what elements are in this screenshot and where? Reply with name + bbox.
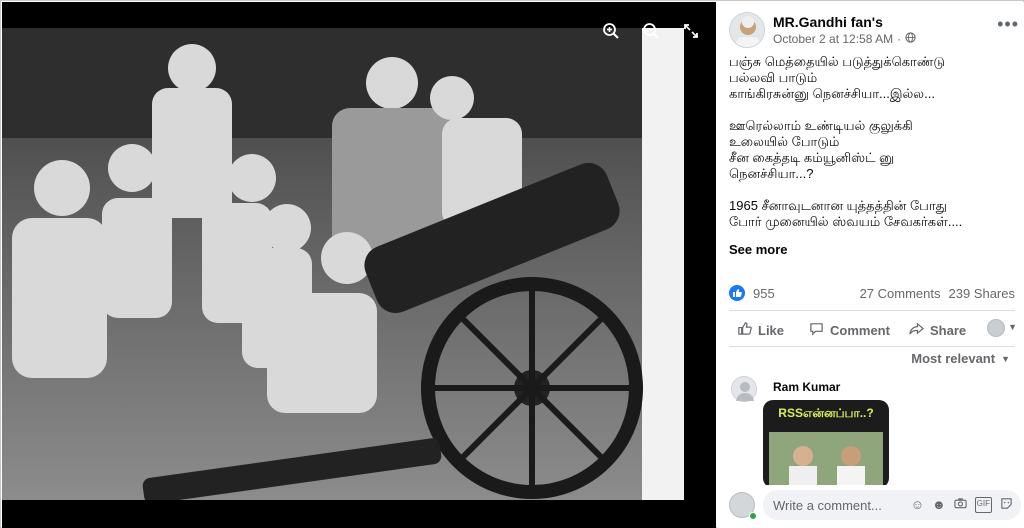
profile-switcher-avatar[interactable] xyxy=(987,319,1005,337)
shares-count[interactable]: 239 Shares xyxy=(949,286,1016,301)
post-line: சீன கைத்தடி கம்யூனிஸ்ட் னு xyxy=(729,150,895,165)
online-status-dot xyxy=(749,512,757,520)
like-reaction-icon[interactable] xyxy=(729,285,745,301)
zoom-out-icon[interactable] xyxy=(636,16,666,46)
emoji-icon[interactable]: ☻ xyxy=(932,497,946,513)
sticker-icon[interactable]: ☺ xyxy=(911,497,924,513)
post-line: போர் முனையில் ஸ்வயம் சேவகர்கள்.... xyxy=(729,214,963,229)
comment-sort-dropdown[interactable]: Most relevant ▼ xyxy=(911,351,1010,366)
post-header: MR.Gandhi fan's October 2 at 12:58 AM · … xyxy=(729,12,1019,52)
post-photo[interactable] xyxy=(2,28,684,500)
comment-composer: ☺ ☻ GIF xyxy=(729,488,1021,522)
post-line: பஞ்சு மெத்தையில் படுத்துக்கொண்டு xyxy=(729,54,945,69)
comment-sticker[interactable]: RSSஎன்னப்பா..? xyxy=(763,400,889,485)
post-window: MR.Gandhi fan's October 2 at 12:58 AM · … xyxy=(0,0,1024,528)
sort-label: Most relevant xyxy=(911,351,996,366)
comment-icon xyxy=(809,321,824,339)
photo-artwork xyxy=(2,28,684,500)
post-line: நெனச்சியா...? xyxy=(729,166,814,181)
viewer-toolbar xyxy=(596,16,706,46)
dot-separator: · xyxy=(897,32,902,46)
divider xyxy=(729,310,1015,311)
sticker-face-icon[interactable] xyxy=(1000,497,1013,513)
author-name[interactable]: MR.Gandhi fan's xyxy=(773,14,883,30)
comment-label: Comment xyxy=(830,322,890,338)
caret-down-icon: ▼ xyxy=(1001,353,1010,364)
post-timestamp[interactable]: October 2 at 12:58 AM xyxy=(773,32,893,46)
zoom-in-icon[interactable] xyxy=(596,16,626,46)
post-line: ஊரெல்லாம் உண்டியல் குலுக்கி xyxy=(729,118,913,133)
like-button[interactable]: Like xyxy=(737,321,784,339)
camera-icon[interactable] xyxy=(954,497,967,513)
comment-input[interactable] xyxy=(773,496,883,514)
chevron-down-icon[interactable]: ▼ xyxy=(1008,322,1017,332)
see-more-link[interactable]: See more xyxy=(729,242,788,257)
like-count[interactable]: 955 xyxy=(753,286,775,301)
reaction-bar: 955 27 Comments 239 Shares xyxy=(729,284,1015,304)
comment-button[interactable]: Comment xyxy=(809,321,890,339)
sticker-text: RSSஎன்னப்பா..? xyxy=(778,406,874,420)
gif-icon[interactable]: GIF xyxy=(974,497,992,513)
share-button[interactable]: Share xyxy=(909,321,966,339)
expand-icon[interactable] xyxy=(676,16,706,46)
post-paragraph-3: 1965 சீனாவுடனான யுத்தத்தின் போது போர் மு… xyxy=(729,198,1019,230)
post-meta: October 2 at 12:58 AM · xyxy=(773,32,916,46)
author-avatar[interactable] xyxy=(729,12,765,48)
more-options-icon[interactable]: ••• xyxy=(997,14,1019,35)
post-line: உலையில் போடும் xyxy=(729,134,840,149)
globe-icon xyxy=(905,32,916,46)
post-line: 1965 சீனாவுடனான யுத்தத்தின் போது xyxy=(729,198,947,213)
post-line: பல்லவி பாடும் xyxy=(729,70,818,85)
post-text: பஞ்சு மெத்தையில் படுத்துக்கொண்டு பல்லவி … xyxy=(729,54,1019,230)
post-side-panel: MR.Gandhi fan's October 2 at 12:58 AM · … xyxy=(717,2,1024,528)
post-line: காங்கிரசுன்னு நெனச்சியா...இல்ல... xyxy=(729,86,935,101)
sticker-image xyxy=(769,432,883,485)
share-label: Share xyxy=(930,322,967,338)
composer-tools: ☺ ☻ GIF xyxy=(911,497,1013,513)
divider xyxy=(729,346,1015,347)
comments-count[interactable]: 27 Comments xyxy=(860,286,941,301)
photo-viewer xyxy=(2,2,716,528)
thumbs-up-icon xyxy=(737,321,752,339)
comments-list: Ram Kumar RSSஎன்னப்பா..? xyxy=(717,370,1024,485)
like-label: Like xyxy=(758,322,785,338)
commenter-avatar[interactable] xyxy=(731,376,757,402)
comment-input-box[interactable]: ☺ ☻ GIF xyxy=(763,490,1021,520)
share-icon xyxy=(909,321,925,339)
post-paragraph-1: பஞ்சு மெத்தையில் படுத்துக்கொண்டு பல்லவி … xyxy=(729,54,1019,102)
post-paragraph-2: ஊரெல்லாம் உண்டியல் குலுக்கி உலையில் போடு… xyxy=(729,118,1019,182)
engagement-counts: 27 Comments 239 Shares xyxy=(860,286,1015,301)
action-bar: Like Comment Share ▼ xyxy=(729,318,1019,342)
commenter-name[interactable]: Ram Kumar xyxy=(773,380,840,394)
